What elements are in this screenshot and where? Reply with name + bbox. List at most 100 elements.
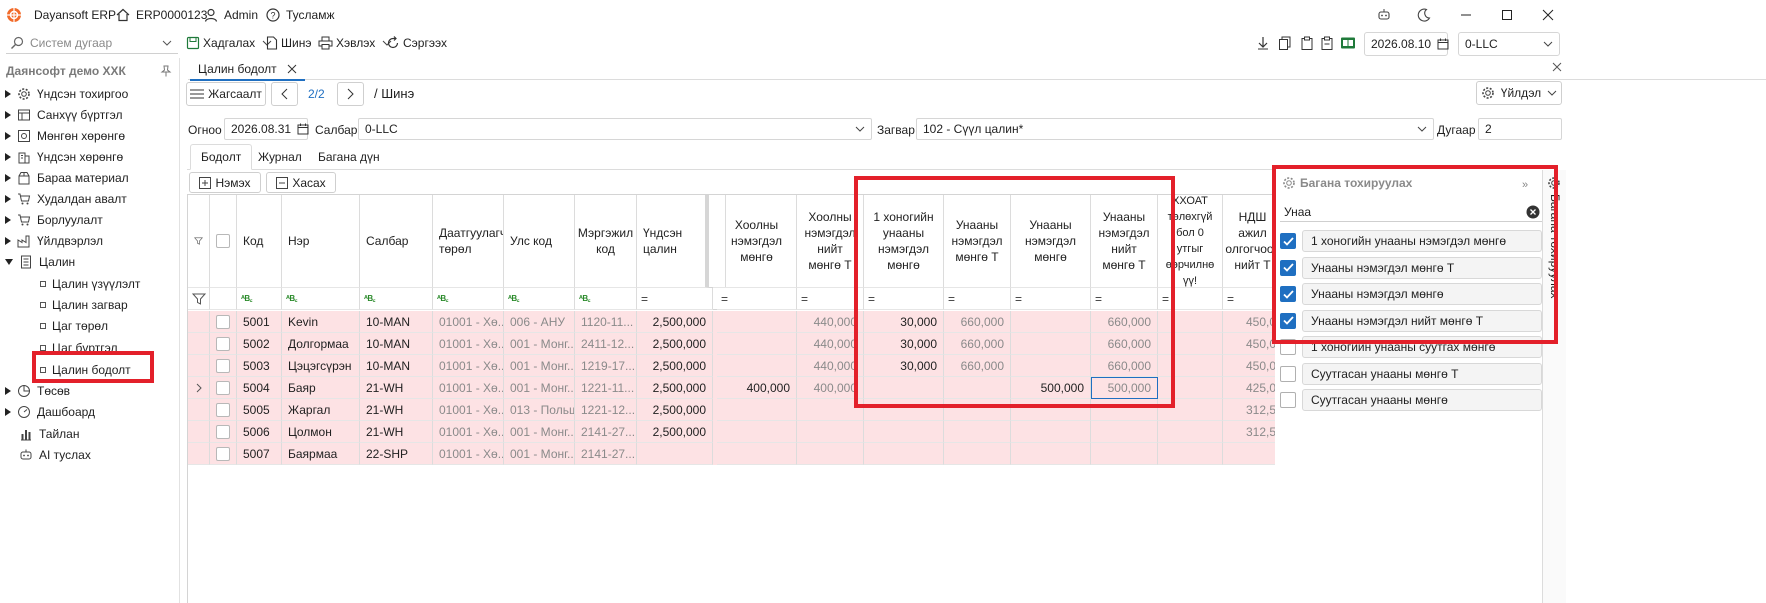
table-cell-country[interactable]: 013 - Польш bbox=[504, 399, 575, 421]
row-checkbox[interactable] bbox=[210, 421, 237, 443]
table-cell-base[interactable] bbox=[637, 443, 713, 465]
text-filter-icon[interactable]: ᴬB꜀ bbox=[360, 288, 433, 310]
row-indicator[interactable] bbox=[188, 399, 210, 421]
equals-filter-icon[interactable]: = bbox=[1223, 288, 1275, 310]
list-button[interactable]: Жагсаалт bbox=[186, 82, 266, 106]
table-cell-prof[interactable]: 2411-12... bbox=[575, 333, 637, 355]
table-cell-car_t[interactable] bbox=[944, 443, 1011, 465]
table-cell-prof[interactable]: 2141-27... bbox=[575, 421, 637, 443]
download-icon[interactable] bbox=[1256, 34, 1270, 52]
row-checkbox[interactable] bbox=[210, 399, 237, 421]
table-cell-code[interactable]: 5003 bbox=[237, 355, 282, 377]
table-cell-vat[interactable]: 450,0 bbox=[1223, 311, 1275, 333]
save-button[interactable]: Хадгалах bbox=[186, 34, 272, 52]
close-all-icon[interactable] bbox=[1552, 62, 1562, 72]
table-cell-vat[interactable] bbox=[1223, 443, 1275, 465]
table-cell-name[interactable]: Цэцэгсүрэн bbox=[282, 355, 360, 377]
equals-filter-icon[interactable]: = bbox=[717, 288, 797, 310]
prev-button[interactable] bbox=[271, 82, 298, 106]
table-cell-vat[interactable]: 450,0 bbox=[1223, 355, 1275, 377]
table-cell-car_total[interactable] bbox=[1091, 443, 1158, 465]
template-field[interactable]: 102 - Сүүл цалин* bbox=[916, 118, 1434, 140]
column-option[interactable]: Суутгасан унааны мөнгө Т bbox=[1280, 362, 1542, 385]
table-cell-daily[interactable] bbox=[864, 443, 944, 465]
table-cell-name[interactable]: Долгормаа bbox=[282, 333, 360, 355]
excel-icon[interactable] bbox=[1340, 34, 1356, 52]
close-icon[interactable] bbox=[1534, 4, 1562, 26]
sidebar-item-cash[interactable]: Мөнгөн хөрөнгө bbox=[5, 126, 125, 146]
table-cell-branch[interactable]: 21-WH bbox=[360, 377, 433, 399]
table-cell-name[interactable]: Цолмон bbox=[282, 421, 360, 443]
checkbox-icon[interactable] bbox=[1280, 365, 1296, 382]
remove-row-button[interactable]: Хасах bbox=[266, 172, 336, 193]
dark-mode-icon[interactable] bbox=[1410, 4, 1438, 26]
sidebar-item-payroll[interactable]: Цалин bbox=[5, 252, 75, 272]
branch-field[interactable]: 0-LLC bbox=[358, 118, 872, 140]
table-cell-meal[interactable] bbox=[717, 333, 797, 355]
col-header-country[interactable]: Улс код bbox=[504, 195, 575, 288]
sidebar-item-finance[interactable]: Санхүү бүртгэл bbox=[5, 105, 122, 125]
col-header-base-salary[interactable]: Үндсэн цалин bbox=[637, 195, 709, 288]
sidebar-item-ai-assistant[interactable]: AI туслах bbox=[19, 445, 91, 465]
close-tab-icon[interactable] bbox=[287, 64, 297, 74]
table-cell-branch[interactable]: 21-WH bbox=[360, 421, 433, 443]
table-cell-meal_t[interactable] bbox=[797, 421, 864, 443]
col-header-profession[interactable]: Мэргэжил код bbox=[575, 195, 637, 288]
row-indicator[interactable] bbox=[188, 311, 210, 333]
table-cell-pit[interactable] bbox=[1158, 421, 1223, 443]
table-cell-country[interactable]: 001 - Монг... bbox=[504, 421, 575, 443]
table-cell-prof[interactable]: 2141-27... bbox=[575, 443, 637, 465]
refresh-button[interactable]: Сэргээх bbox=[386, 34, 447, 52]
table-cell-code[interactable]: 5002 bbox=[237, 333, 282, 355]
table-cell-prof[interactable]: 1120-11... bbox=[575, 311, 637, 333]
tab-payroll-calc[interactable]: Цалин бодолт bbox=[190, 59, 305, 81]
table-cell-prof[interactable]: 1221-12... bbox=[575, 399, 637, 421]
table-cell-base[interactable]: 2,500,000 bbox=[637, 421, 713, 443]
table-cell-name[interactable]: Kevin bbox=[282, 311, 360, 333]
clipboard-icon[interactable] bbox=[1320, 34, 1334, 52]
date-field[interactable]: 2026.08.31 bbox=[224, 118, 309, 140]
table-cell-name[interactable]: Баяр bbox=[282, 377, 360, 399]
text-filter-icon[interactable]: ᴬB꜀ bbox=[282, 288, 360, 310]
row-indicator[interactable] bbox=[188, 333, 210, 355]
table-cell-branch[interactable]: 10-MAN bbox=[360, 311, 433, 333]
branch-select[interactable]: 0-LLC bbox=[1458, 32, 1560, 56]
table-cell-country[interactable]: 001 - Монг... bbox=[504, 333, 575, 355]
table-cell-insurer[interactable]: 01001 - Хө... bbox=[433, 399, 504, 421]
select-all-checkbox[interactable] bbox=[210, 195, 237, 288]
paste-icon[interactable] bbox=[1300, 34, 1314, 52]
table-cell-meal[interactable] bbox=[717, 399, 797, 421]
sidebar-item-time-type[interactable]: Цаг төрөл bbox=[40, 316, 108, 336]
table-cell-branch[interactable]: 10-MAN bbox=[360, 355, 433, 377]
text-filter-icon[interactable]: ᴬB꜀ bbox=[504, 288, 575, 310]
table-cell-insurer[interactable]: 01001 - Хө... bbox=[433, 377, 504, 399]
home-doc[interactable]: ERP0000123 bbox=[116, 6, 207, 24]
table-cell-insurer[interactable]: 01001 - Хө... bbox=[433, 355, 504, 377]
table-cell-vat[interactable]: 425,0 bbox=[1223, 377, 1275, 399]
col-header-name[interactable]: Нэр bbox=[282, 195, 360, 288]
table-cell-prof[interactable]: 1221-11... bbox=[575, 377, 637, 399]
col-header-ndsh[interactable]: НДШ ажил олгогчоос нийт Т bbox=[1223, 195, 1275, 288]
table-cell-code[interactable]: 5006 bbox=[237, 421, 282, 443]
col-header-meal-allow[interactable]: Хоолны нэмэгдэл мөнгө bbox=[717, 195, 797, 288]
sidebar-item-inventory[interactable]: Бараа материал bbox=[5, 168, 129, 188]
table-cell-insurer[interactable]: 01001 - Хө... bbox=[433, 443, 504, 465]
table-cell-insurer[interactable]: 01001 - Хө... bbox=[433, 311, 504, 333]
column-option[interactable]: Суутгасан унааны мөнгө bbox=[1280, 389, 1542, 411]
table-cell-pit[interactable] bbox=[1158, 443, 1223, 465]
table-cell-vat[interactable]: 450,0 bbox=[1223, 333, 1275, 355]
table-cell-code[interactable]: 5007 bbox=[237, 443, 282, 465]
tab-journal[interactable]: Журнал bbox=[248, 144, 312, 170]
maximize-icon[interactable] bbox=[1493, 4, 1521, 26]
text-filter-icon[interactable]: ᴬB꜀ bbox=[575, 288, 637, 310]
assistant-icon[interactable] bbox=[1370, 4, 1398, 26]
actions-button[interactable]: Үйлдэл bbox=[1476, 81, 1562, 105]
text-filter-icon[interactable]: ᴬB꜀ bbox=[433, 288, 504, 310]
text-filter-icon[interactable]: ᴬB꜀ bbox=[237, 288, 282, 310]
col-header-code[interactable]: Код bbox=[237, 195, 282, 288]
table-cell-base[interactable]: 2,500,000 bbox=[637, 399, 713, 421]
filter-icon[interactable] bbox=[188, 288, 210, 310]
table-cell-branch[interactable]: 22-SHP bbox=[360, 443, 433, 465]
table-cell-car[interactable] bbox=[1011, 443, 1091, 465]
tab-calculation[interactable]: Бодолт bbox=[190, 144, 253, 170]
